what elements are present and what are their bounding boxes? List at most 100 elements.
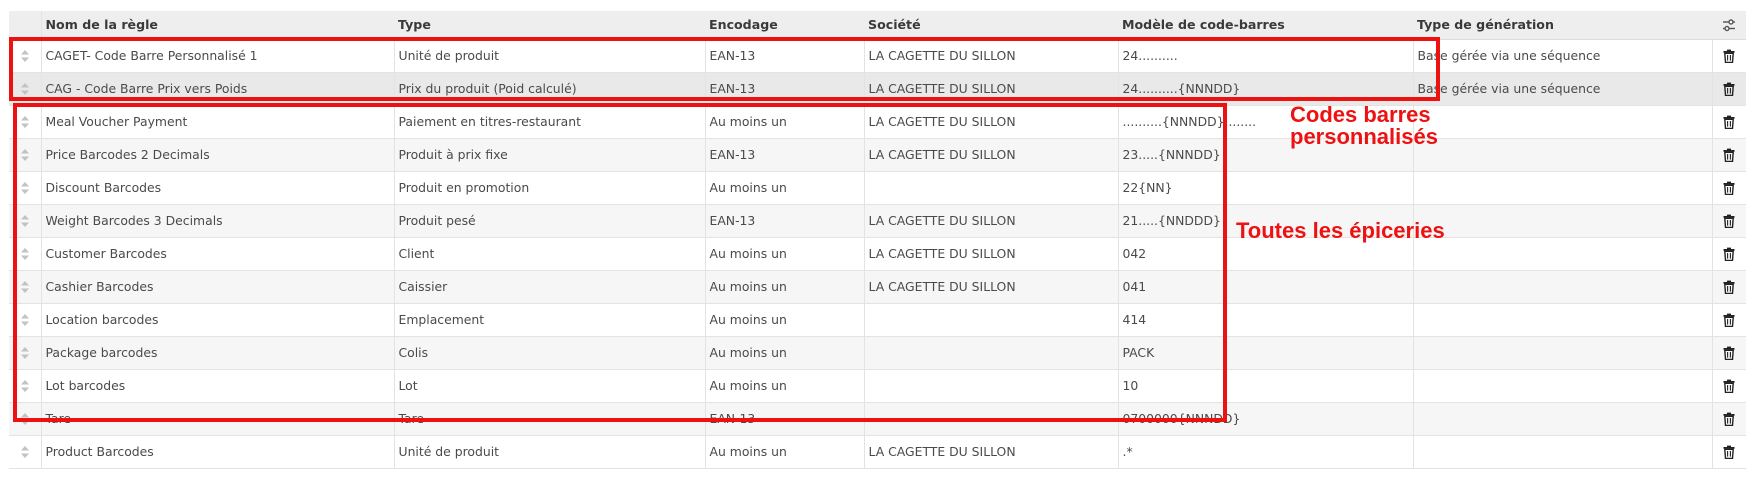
drag-handle[interactable] [9, 138, 42, 172]
drag-handle[interactable] [9, 369, 42, 403]
cell-type: Paiement en titres-restaurant [394, 105, 706, 139]
cell-encoding: EAN-13 [705, 138, 865, 172]
column-header-pattern[interactable]: Modèle de code-barres [1118, 11, 1413, 40]
cell-company [864, 402, 1119, 436]
cell-generation [1413, 204, 1713, 238]
cell-name: Location barcodes [41, 303, 395, 337]
delete-row-button[interactable] [1711, 336, 1746, 370]
cell-company: LA CAGETTE DU SILLON [864, 138, 1119, 172]
cell-name: Lot barcodes [41, 369, 395, 403]
table-row[interactable]: CAGET- Code Barre Personnalisé 1 Unité de… [9, 39, 1746, 73]
cell-name: CAGET- Code Barre Personnalisé 1 [41, 39, 395, 73]
table-row[interactable]: Lot barcodes Lot Au moins un 10 [9, 369, 1746, 403]
cell-type: Prix du produit (Poid calculé) [394, 72, 706, 106]
trash-icon [1723, 346, 1735, 361]
sort-handle-icon [20, 50, 29, 63]
cell-company: LA CAGETTE DU SILLON [864, 105, 1119, 139]
delete-row-button[interactable] [1711, 171, 1746, 205]
trash-icon [1723, 115, 1735, 130]
delete-row-button[interactable] [1711, 72, 1746, 106]
column-header-company[interactable]: Société [864, 11, 1118, 40]
sort-handle-icon [20, 215, 29, 228]
sort-handle-icon [20, 347, 29, 360]
drag-handle[interactable] [9, 39, 42, 73]
delete-row-button[interactable] [1711, 435, 1746, 469]
column-header-type[interactable]: Type [394, 11, 705, 40]
trash-icon [1723, 445, 1735, 460]
sort-handle-icon [20, 314, 29, 327]
cell-company: LA CAGETTE DU SILLON [864, 72, 1119, 106]
cell-generation [1413, 171, 1713, 205]
cell-encoding: EAN-13 [705, 402, 865, 436]
delete-row-button[interactable] [1711, 369, 1746, 403]
drag-handle[interactable] [9, 72, 42, 106]
drag-handle[interactable] [9, 204, 42, 238]
trash-icon [1723, 214, 1735, 229]
delete-row-button[interactable] [1711, 237, 1746, 271]
trash-icon [1723, 181, 1735, 196]
cell-name: Product Barcodes [41, 435, 395, 469]
table-row[interactable]: Location barcodes Emplacement Au moins un 4… [9, 303, 1746, 337]
cell-company: LA CAGETTE DU SILLON [864, 270, 1119, 304]
cell-encoding: Au moins un [705, 303, 865, 337]
cell-type: Unité de produit [394, 39, 706, 73]
delete-row-button[interactable] [1711, 39, 1746, 73]
barcode-rules-table: Nom de la règle Type Encodage Société Mo… [9, 11, 1746, 469]
sort-handle-icon [20, 380, 29, 393]
cell-company: LA CAGETTE DU SILLON [864, 237, 1119, 271]
delete-row-button[interactable] [1711, 402, 1746, 436]
cell-encoding: EAN-13 [705, 204, 865, 238]
drag-handle[interactable] [9, 402, 42, 436]
table-row[interactable]: Cashier Barcodes Caissier Au moins un LA CA… [9, 270, 1746, 304]
table-row[interactable]: Discount Barcodes Produit en promotion Au … [9, 171, 1746, 205]
delete-row-button[interactable] [1711, 138, 1746, 172]
cell-name: CAG - Code Barre Prix vers Poids [41, 72, 395, 106]
column-header-generation[interactable]: Type de génération [1413, 11, 1712, 40]
table-row[interactable]: Meal Voucher Payment Paiement en titres-r… [9, 105, 1746, 139]
drag-handle[interactable] [9, 171, 42, 205]
cell-pattern: 414 [1118, 303, 1414, 337]
column-options-icon [1723, 19, 1735, 32]
table-row[interactable]: Tare Tare EAN-13 0700000{NNNDD} [9, 402, 1746, 436]
handle-column-header [9, 11, 42, 40]
drag-handle[interactable] [9, 336, 42, 370]
cell-company [864, 336, 1119, 370]
column-header-name[interactable]: Nom de la règle [41, 11, 394, 40]
drag-handle[interactable] [9, 303, 42, 337]
cell-encoding: Au moins un [705, 270, 865, 304]
cell-generation [1413, 270, 1713, 304]
annotation-custom-barcodes: Codes barres personnalisés [1290, 104, 1438, 148]
sort-handle-icon [20, 182, 29, 195]
table-row[interactable]: Weight Barcodes 3 Decimals Produit pesé EA… [9, 204, 1746, 238]
table-row[interactable]: Product Barcodes Unité de produit Au moins… [9, 435, 1746, 469]
drag-handle[interactable] [9, 237, 42, 271]
trash-icon [1723, 280, 1735, 295]
cell-company [864, 369, 1119, 403]
cell-generation: Base gérée via une séquence [1413, 72, 1713, 106]
table-row[interactable]: Package barcodes Colis Au moins un PACK [9, 336, 1746, 370]
barcode-rules-view: Nom de la règle Type Encodage Société Mo… [0, 0, 1755, 480]
delete-row-button[interactable] [1711, 303, 1746, 337]
column-options-button[interactable] [1712, 11, 1746, 40]
cell-type: Emplacement [394, 303, 706, 337]
table-row[interactable]: Customer Barcodes Client Au moins un LA CAG… [9, 237, 1746, 271]
table-row[interactable]: CAG - Code Barre Prix vers Poids Prix du … [9, 72, 1746, 106]
cell-name: Price Barcodes 2 Decimals [41, 138, 395, 172]
drag-handle[interactable] [9, 270, 42, 304]
drag-handle[interactable] [9, 105, 42, 139]
table-row[interactable]: Price Barcodes 2 Decimals Produit à prix … [9, 138, 1746, 172]
sort-handle-icon [20, 413, 29, 426]
delete-row-button[interactable] [1711, 105, 1746, 139]
cell-encoding: Au moins un [705, 435, 865, 469]
trash-icon [1723, 313, 1735, 328]
trash-icon [1723, 379, 1735, 394]
delete-row-button[interactable] [1711, 204, 1746, 238]
delete-row-button[interactable] [1711, 270, 1746, 304]
drag-handle[interactable] [9, 435, 42, 469]
column-header-encoding[interactable]: Encodage [705, 11, 864, 40]
trash-icon [1723, 49, 1735, 64]
cell-pattern: 0700000{NNNDD} [1118, 402, 1414, 436]
cell-encoding: Au moins un [705, 105, 865, 139]
sort-handle-icon [20, 446, 29, 459]
cell-pattern: PACK [1118, 336, 1414, 370]
